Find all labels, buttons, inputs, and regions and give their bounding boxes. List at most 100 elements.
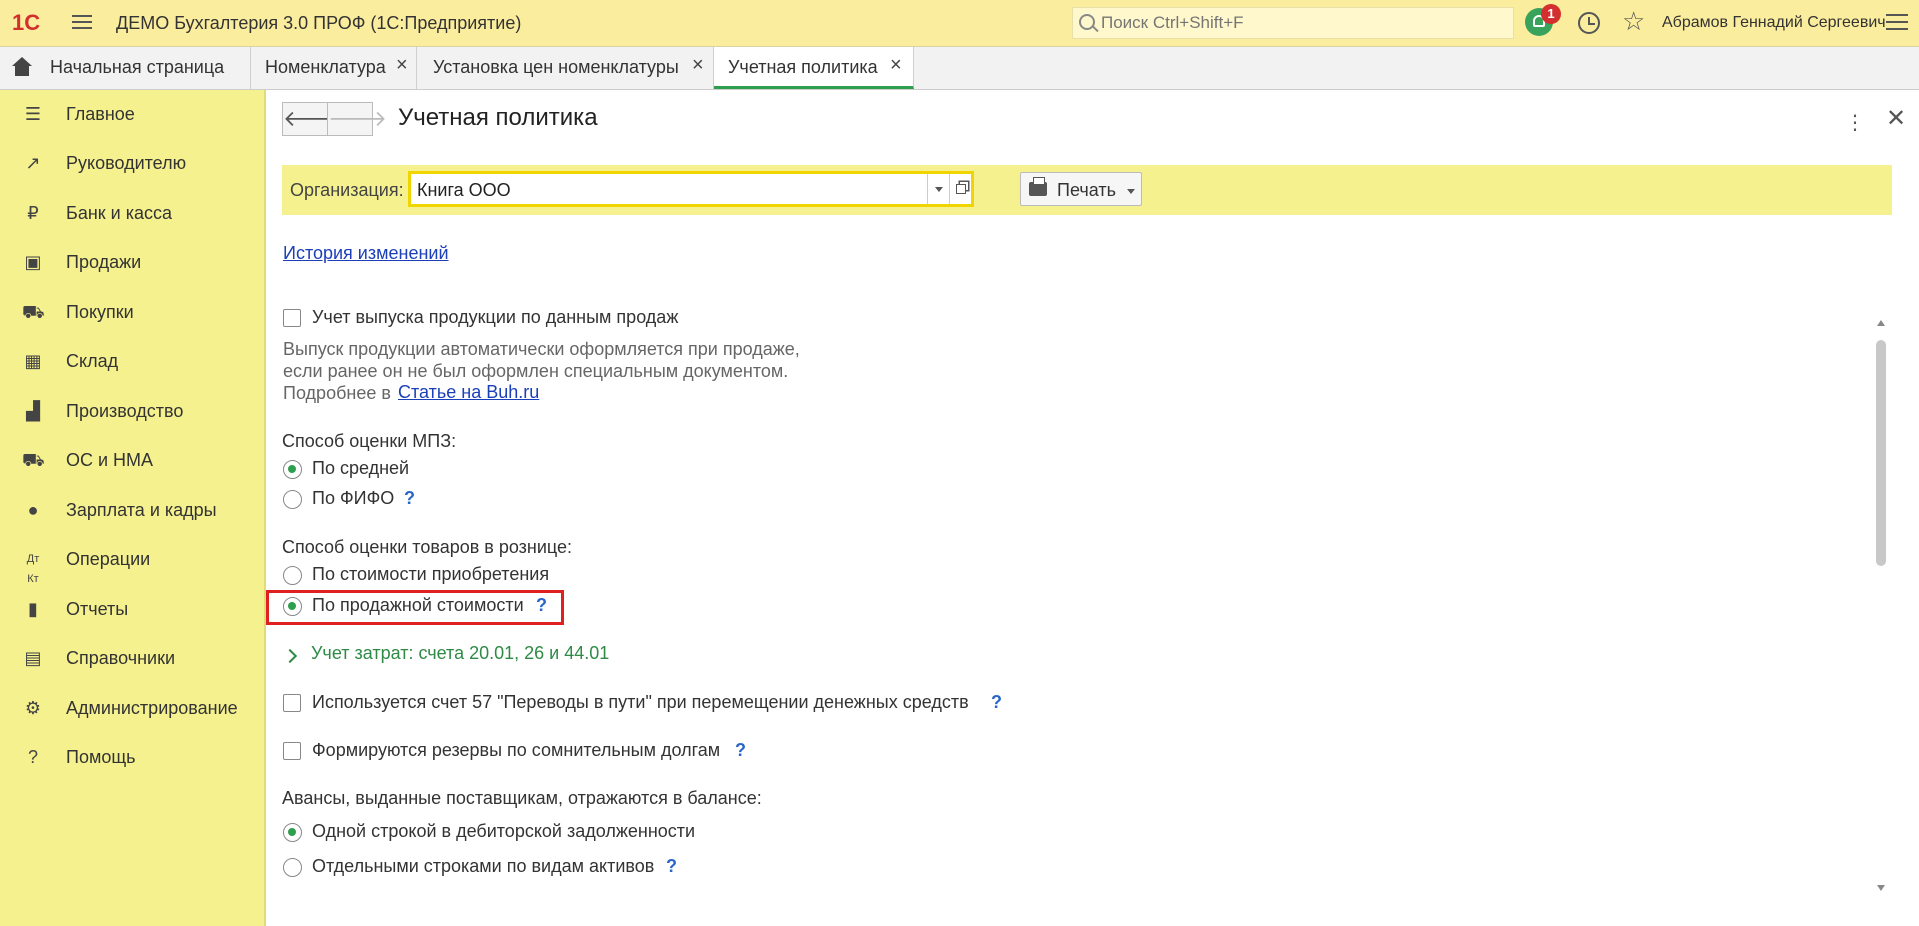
help-icon[interactable]: ? <box>404 488 415 509</box>
close-form-icon[interactable]: ✕ <box>1886 104 1906 133</box>
help-icon[interactable]: ? <box>536 595 547 616</box>
retail-header: Способ оценки товаров в рознице: <box>282 537 573 557</box>
truck-icon: ⛟ <box>22 450 45 470</box>
sidebar-item-help[interactable]: ? Помощь <box>0 737 264 777</box>
open-icon[interactable] <box>949 174 972 204</box>
notifications-badge: 1 <box>1541 4 1561 24</box>
tab-bar: Начальная страница Номенклатура × Устано… <box>0 47 1919 90</box>
sidebar-item-references[interactable]: ▤ Справочники <box>0 638 264 678</box>
account57-label[interactable]: Используется счет 57 "Переводы в пути" п… <box>312 692 969 713</box>
back-button[interactable]: 🡐 <box>282 102 342 136</box>
sidebar-item-label: Склад <box>66 351 119 371</box>
reserves-checkbox[interactable] <box>283 742 301 760</box>
person-icon: ● <box>27 500 39 520</box>
history-icon[interactable] <box>1578 12 1600 34</box>
form-title: Учетная политика <box>398 104 598 131</box>
app-logo[interactable]: 1С <box>12 10 40 36</box>
sidebar-item-manager[interactable]: ↗ Руководителю <box>0 143 264 183</box>
sidebar-item-warehouse[interactable]: ▦ Склад <box>0 341 264 381</box>
home-icon <box>12 57 32 77</box>
tab-nomenclature[interactable]: Номенклатура × <box>251 47 417 89</box>
reserves-label[interactable]: Формируются резервы по сомнительным долг… <box>312 740 720 761</box>
mpz-header: Способ оценки МПЗ: <box>282 431 457 451</box>
article-link[interactable]: Статье на Buh.ru <box>398 382 539 403</box>
more-prefix: Подробнее в <box>283 383 391 403</box>
sidebar-item-bank[interactable]: ₽ Банк и касса <box>0 193 264 233</box>
printer-icon <box>1029 177 1047 196</box>
tab-label: Установка цен номенклатуры <box>433 57 679 77</box>
advances-radio-separate[interactable] <box>283 858 302 877</box>
help-icon[interactable]: ? <box>991 692 1002 713</box>
sidebar-item-sales[interactable]: ▣ Продажи <box>0 242 264 282</box>
mpz-option-fifo[interactable]: По ФИФО <box>312 488 394 509</box>
organization-value[interactable]: Книга ООО <box>417 180 511 201</box>
chevron-right-icon[interactable] <box>282 648 298 664</box>
favorites-star-icon[interactable]: ☆ <box>1622 6 1645 37</box>
sales-output-checkbox[interactable] <box>283 309 301 327</box>
forward-button[interactable]: 🡒 <box>327 102 387 136</box>
menu-icon: ☰ <box>24 104 42 124</box>
dropdown-icon[interactable] <box>927 174 950 204</box>
advances-option-separate[interactable]: Отдельными строками по видам активов <box>312 856 654 877</box>
sidebar-item-operations[interactable]: Дт Кт Операции <box>0 539 264 585</box>
dt-kt-icon: Дт Кт <box>26 553 40 585</box>
close-icon[interactable]: × <box>692 54 704 77</box>
retail-radio-sale[interactable] <box>283 597 302 616</box>
sidebar-item-label: Главное <box>66 104 135 124</box>
sidebar-item-reports[interactable]: ▮ Отчеты <box>0 589 264 629</box>
sidebar-item-fixed-assets[interactable]: ⛟ ОС и НМА <box>0 440 264 480</box>
help-icon[interactable]: ? <box>666 856 677 877</box>
sidebar-item-label: ОС и НМА <box>66 450 154 470</box>
sidebar-item-label: Покупки <box>66 302 134 322</box>
sidebar-item-admin[interactable]: ⚙ Администрирование <box>0 688 264 728</box>
close-icon[interactable]: × <box>890 54 902 77</box>
account57-checkbox[interactable] <box>283 694 301 712</box>
sidebar-item-label: Производство <box>66 401 184 421</box>
retail-option-cost[interactable]: По стоимости приобретения <box>312 564 549 585</box>
app-title: ДЕМО Бухгалтерия 3.0 ПРОФ (1С:Предприяти… <box>116 13 522 33</box>
retail-radio-cost[interactable] <box>283 566 302 585</box>
tab-price-setting[interactable]: Установка цен номенклатуры × <box>417 47 714 89</box>
search-icon <box>1079 14 1095 30</box>
sales-output-label[interactable]: Учет выпуска продукции по данным продаж <box>312 307 678 328</box>
sidebar-item-label: Администрирование <box>66 698 238 718</box>
scroll-up-icon[interactable] <box>1877 320 1885 326</box>
bar-chart-icon: ▮ <box>28 599 38 619</box>
organization-bar: Организация: Книга ООО Печать <box>282 165 1892 215</box>
sidebar-item-salary[interactable]: ● Зарплата и кадры <box>0 490 264 530</box>
help-icon[interactable]: ? <box>735 740 746 761</box>
sales-output-note-2: если ранее он не был оформлен специальны… <box>283 361 789 381</box>
vertical-scrollbar[interactable] <box>1875 320 1887 891</box>
sidebar-item-main[interactable]: ☰ Главное <box>0 94 264 134</box>
tab-accounting-policy[interactable]: Учетная политика × <box>714 47 914 89</box>
organization-label: Организация: <box>290 180 404 200</box>
sidebar-item-production[interactable]: ▟ Производство <box>0 391 264 431</box>
advances-radio-single[interactable] <box>283 823 302 842</box>
organization-field[interactable]: Книга ООО <box>408 171 974 207</box>
scroll-down-icon[interactable] <box>1877 885 1885 891</box>
sales-output-note-1: Выпуск продукции автоматически оформляет… <box>283 339 800 359</box>
retail-option-sale[interactable]: По продажной стоимости <box>312 595 524 616</box>
sidebar-item-label: Помощь <box>66 747 136 767</box>
global-search[interactable] <box>1072 7 1514 39</box>
sidebar-item-label: Отчеты <box>66 599 129 619</box>
hamburger-menu-icon[interactable] <box>72 12 92 32</box>
scroll-thumb[interactable] <box>1876 340 1886 566</box>
tab-label: Начальная страница <box>50 57 225 77</box>
sidebar-item-purchases[interactable]: ⛟ Покупки <box>0 292 264 332</box>
gear-icon: ⚙ <box>24 698 42 718</box>
tab-home[interactable]: Начальная страница <box>0 47 251 89</box>
history-link[interactable]: История изменений <box>283 243 449 264</box>
print-button[interactable]: Печать <box>1020 172 1142 206</box>
mpz-radio-average[interactable] <box>283 460 302 479</box>
user-name[interactable]: Абрамов Геннадий Сергеевич <box>1662 14 1886 32</box>
main-menu-icon[interactable] <box>1886 14 1908 35</box>
more-actions-icon[interactable]: ⋮ <box>1845 110 1865 135</box>
costs-group-header[interactable]: Учет затрат: счета 20.01, 26 и 44.01 <box>311 643 609 664</box>
mpz-option-average[interactable]: По средней <box>312 458 409 479</box>
close-icon[interactable]: × <box>396 54 408 77</box>
search-input[interactable] <box>1099 11 1503 35</box>
sidebar-item-label: Операции <box>66 549 151 569</box>
advances-option-single[interactable]: Одной строкой в дебиторской задолженност… <box>312 821 695 842</box>
mpz-radio-fifo[interactable] <box>283 490 302 509</box>
